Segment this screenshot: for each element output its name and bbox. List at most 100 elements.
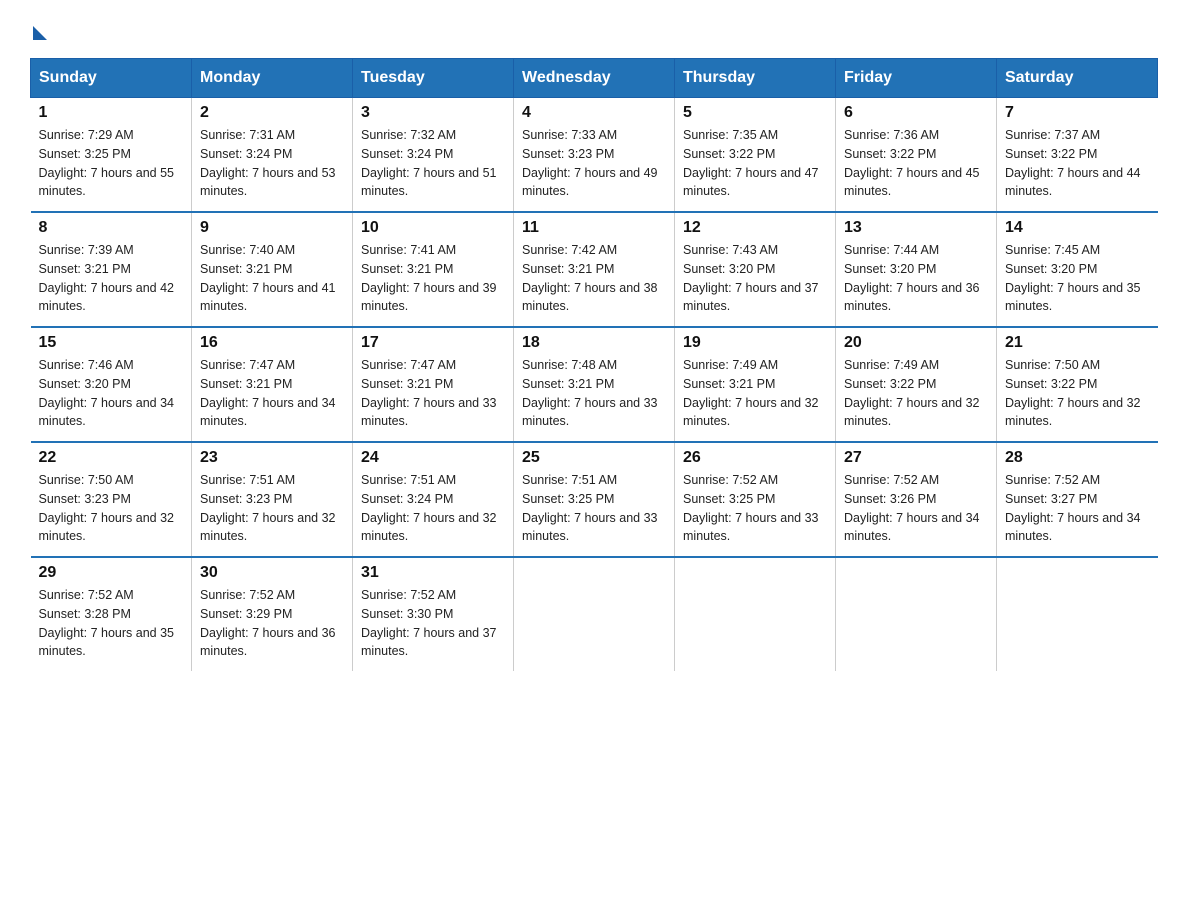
calendar-week-row: 29 Sunrise: 7:52 AMSunset: 3:28 PMDayligh… (31, 557, 1158, 671)
day-number: 21 (1005, 334, 1150, 352)
day-info: Sunrise: 7:49 AMSunset: 3:22 PMDaylight:… (844, 358, 980, 428)
day-info: Sunrise: 7:52 AMSunset: 3:28 PMDaylight:… (39, 588, 175, 658)
calendar-cell: 28Sunrise: 7:52 AMSunset: 3:27 PMDayligh… (997, 442, 1158, 557)
calendar-cell: 21 Sunrise: 7:50 AMSunset: 3:22 PMDayligh… (997, 327, 1158, 442)
day-info: Sunrise: 7:33 AMSunset: 3:23 PMDaylight:… (522, 128, 658, 198)
day-number: 20 (844, 334, 988, 352)
day-number: 2 (200, 104, 344, 122)
day-number: 1 (39, 104, 184, 122)
day-info: Sunrise: 7:32 AMSunset: 3:24 PMDaylight:… (361, 128, 497, 198)
calendar-cell: 6 Sunrise: 7:36 AMSunset: 3:22 PMDaylight… (836, 98, 997, 213)
calendar-cell: 2 Sunrise: 7:31 AMSunset: 3:24 PMDaylight… (192, 98, 353, 213)
calendar-cell: 25 Sunrise: 7:51 AMSunset: 3:25 PMDayligh… (514, 442, 675, 557)
day-number: 22 (39, 449, 184, 467)
day-number: 27 (844, 449, 988, 467)
day-info: Sunrise: 7:47 AMSunset: 3:21 PMDaylight:… (361, 358, 497, 428)
calendar-cell: 3 Sunrise: 7:32 AMSunset: 3:24 PMDaylight… (353, 98, 514, 213)
day-number: 17 (361, 334, 505, 352)
day-info: Sunrise: 7:51 AMSunset: 3:24 PMDaylight:… (361, 473, 497, 543)
calendar-cell: 8 Sunrise: 7:39 AMSunset: 3:21 PMDaylight… (31, 212, 192, 327)
day-number: 30 (200, 564, 344, 582)
day-info: Sunrise: 7:43 AMSunset: 3:20 PMDaylight:… (683, 243, 819, 313)
day-header-thursday: Thursday (675, 59, 836, 98)
day-info: Sunrise: 7:48 AMSunset: 3:21 PMDaylight:… (522, 358, 658, 428)
calendar-week-row: 15 Sunrise: 7:46 AMSunset: 3:20 PMDayligh… (31, 327, 1158, 442)
day-number: 6 (844, 104, 988, 122)
calendar-cell (675, 557, 836, 671)
day-number: 4 (522, 104, 666, 122)
calendar-cell: 4 Sunrise: 7:33 AMSunset: 3:23 PMDaylight… (514, 98, 675, 213)
day-number: 23 (200, 449, 344, 467)
calendar-cell (997, 557, 1158, 671)
calendar-cell: 30Sunrise: 7:52 AMSunset: 3:29 PMDayligh… (192, 557, 353, 671)
day-info: Sunrise: 7:51 AMSunset: 3:23 PMDaylight:… (200, 473, 336, 543)
day-header-friday: Friday (836, 59, 997, 98)
day-info: Sunrise: 7:52 AMSunset: 3:26 PMDaylight:… (844, 473, 980, 543)
calendar-cell: 5 Sunrise: 7:35 AMSunset: 3:22 PMDaylight… (675, 98, 836, 213)
day-number: 26 (683, 449, 827, 467)
day-number: 25 (522, 449, 666, 467)
calendar-cell: 1 Sunrise: 7:29 AMSunset: 3:25 PMDaylight… (31, 98, 192, 213)
logo (30, 20, 47, 40)
day-info: Sunrise: 7:45 AMSunset: 3:20 PMDaylight:… (1005, 243, 1141, 313)
day-number: 24 (361, 449, 505, 467)
calendar-cell: 17 Sunrise: 7:47 AMSunset: 3:21 PMDayligh… (353, 327, 514, 442)
day-number: 31 (361, 564, 505, 582)
day-info: Sunrise: 7:40 AMSunset: 3:21 PMDaylight:… (200, 243, 336, 313)
page-header (30, 20, 1158, 40)
calendar-cell: 11Sunrise: 7:42 AMSunset: 3:21 PMDayligh… (514, 212, 675, 327)
day-info: Sunrise: 7:50 AMSunset: 3:23 PMDaylight:… (39, 473, 175, 543)
day-number: 15 (39, 334, 184, 352)
day-number: 5 (683, 104, 827, 122)
day-number: 3 (361, 104, 505, 122)
day-header-saturday: Saturday (997, 59, 1158, 98)
day-header-wednesday: Wednesday (514, 59, 675, 98)
day-info: Sunrise: 7:37 AMSunset: 3:22 PMDaylight:… (1005, 128, 1141, 198)
day-header-monday: Monday (192, 59, 353, 98)
day-number: 13 (844, 219, 988, 237)
days-header-row: SundayMondayTuesdayWednesdayThursdayFrid… (31, 59, 1158, 98)
day-info: Sunrise: 7:35 AMSunset: 3:22 PMDaylight:… (683, 128, 819, 198)
day-info: Sunrise: 7:47 AMSunset: 3:21 PMDaylight:… (200, 358, 336, 428)
calendar-cell: 27 Sunrise: 7:52 AMSunset: 3:26 PMDayligh… (836, 442, 997, 557)
day-number: 9 (200, 219, 344, 237)
day-number: 14 (1005, 219, 1150, 237)
calendar-cell: 31Sunrise: 7:52 AMSunset: 3:30 PMDayligh… (353, 557, 514, 671)
day-number: 11 (522, 219, 666, 237)
day-number: 12 (683, 219, 827, 237)
day-info: Sunrise: 7:29 AMSunset: 3:25 PMDaylight:… (39, 128, 175, 198)
calendar-cell: 19 Sunrise: 7:49 AMSunset: 3:21 PMDayligh… (675, 327, 836, 442)
day-info: Sunrise: 7:46 AMSunset: 3:20 PMDaylight:… (39, 358, 175, 428)
calendar-cell: 23 Sunrise: 7:51 AMSunset: 3:23 PMDayligh… (192, 442, 353, 557)
calendar-cell: 7 Sunrise: 7:37 AMSunset: 3:22 PMDaylight… (997, 98, 1158, 213)
calendar-cell: 24 Sunrise: 7:51 AMSunset: 3:24 PMDayligh… (353, 442, 514, 557)
day-info: Sunrise: 7:39 AMSunset: 3:21 PMDaylight:… (39, 243, 175, 313)
day-number: 29 (39, 564, 184, 582)
calendar-cell: 10Sunrise: 7:41 AMSunset: 3:21 PMDayligh… (353, 212, 514, 327)
day-number: 8 (39, 219, 184, 237)
calendar-cell: 16Sunrise: 7:47 AMSunset: 3:21 PMDayligh… (192, 327, 353, 442)
calendar-cell: 15 Sunrise: 7:46 AMSunset: 3:20 PMDayligh… (31, 327, 192, 442)
day-number: 18 (522, 334, 666, 352)
calendar-cell: 13 Sunrise: 7:44 AMSunset: 3:20 PMDayligh… (836, 212, 997, 327)
day-number: 19 (683, 334, 827, 352)
day-info: Sunrise: 7:31 AMSunset: 3:24 PMDaylight:… (200, 128, 336, 198)
day-info: Sunrise: 7:49 AMSunset: 3:21 PMDaylight:… (683, 358, 819, 428)
logo-arrow-icon (33, 26, 47, 40)
calendar-cell: 22 Sunrise: 7:50 AMSunset: 3:23 PMDayligh… (31, 442, 192, 557)
day-info: Sunrise: 7:50 AMSunset: 3:22 PMDaylight:… (1005, 358, 1141, 428)
day-info: Sunrise: 7:51 AMSunset: 3:25 PMDaylight:… (522, 473, 658, 543)
day-header-tuesday: Tuesday (353, 59, 514, 98)
day-info: Sunrise: 7:52 AMSunset: 3:25 PMDaylight:… (683, 473, 819, 543)
calendar-cell: 9 Sunrise: 7:40 AMSunset: 3:21 PMDaylight… (192, 212, 353, 327)
day-info: Sunrise: 7:44 AMSunset: 3:20 PMDaylight:… (844, 243, 980, 313)
day-info: Sunrise: 7:36 AMSunset: 3:22 PMDaylight:… (844, 128, 980, 198)
calendar-cell (514, 557, 675, 671)
calendar-cell: 26 Sunrise: 7:52 AMSunset: 3:25 PMDayligh… (675, 442, 836, 557)
calendar-table: SundayMondayTuesdayWednesdayThursdayFrid… (30, 58, 1158, 671)
day-number: 7 (1005, 104, 1150, 122)
calendar-cell: 14 Sunrise: 7:45 AMSunset: 3:20 PMDayligh… (997, 212, 1158, 327)
day-number: 28 (1005, 449, 1150, 467)
calendar-week-row: 1 Sunrise: 7:29 AMSunset: 3:25 PMDaylight… (31, 98, 1158, 213)
calendar-cell (836, 557, 997, 671)
